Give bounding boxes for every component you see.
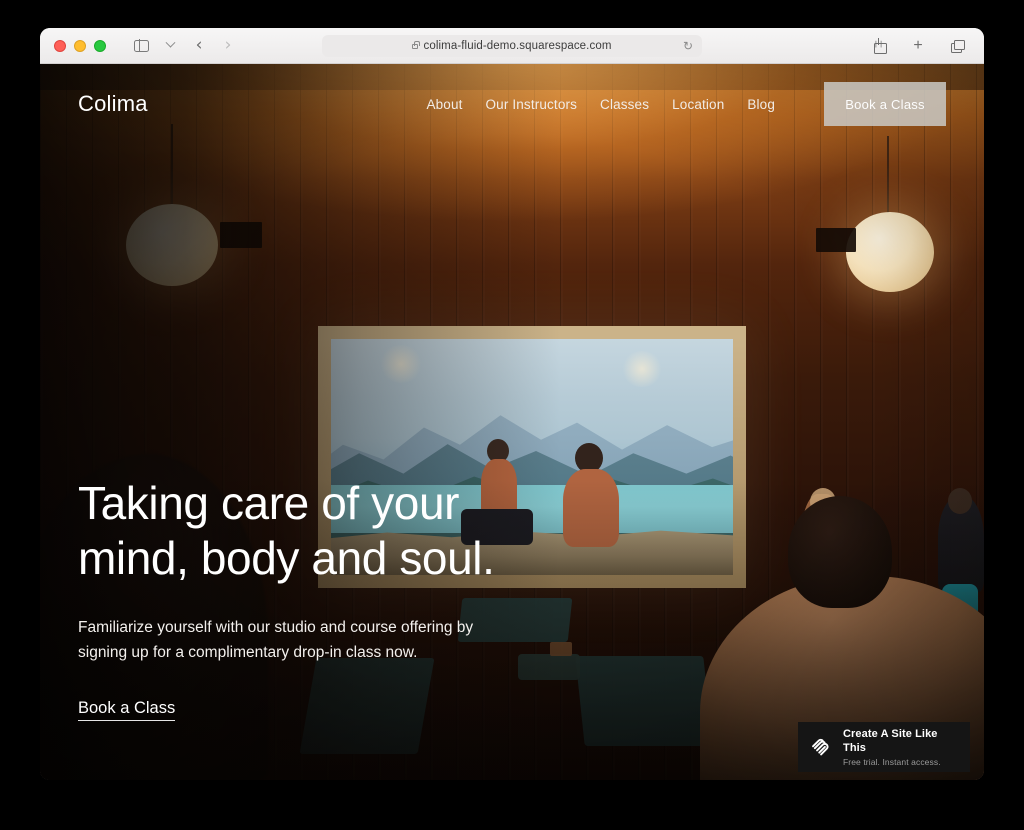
toolbar-navigation: ‹ › (128, 34, 241, 58)
hero-paragraph: Familiarize yourself with our studio and… (78, 618, 474, 661)
header-book-a-class-button[interactable]: Book a Class (824, 82, 946, 126)
back-button[interactable]: ‹ (186, 34, 212, 58)
maximize-window-button[interactable] (94, 39, 106, 52)
browser-toolbar: ‹ › colima-fluid-demo.squarespace.com ↻ … (40, 28, 984, 64)
web-page-viewport: Colima About Our Instructors Classes Loc… (40, 64, 984, 780)
main-navigation: About Our Instructors Classes Location B… (426, 82, 946, 126)
nav-item-classes[interactable]: Classes (600, 97, 649, 112)
squarespace-promo-badge[interactable]: Create A Site Like This Free trial. Inst… (798, 722, 970, 772)
share-icon (873, 38, 887, 54)
hero-heading-line-1: Taking care of your (78, 477, 460, 530)
browser-window: ‹ › colima-fluid-demo.squarespace.com ↻ … (40, 28, 984, 780)
hero-book-a-class-link[interactable]: Book a Class (78, 699, 176, 721)
toolbar-actions: + (866, 34, 970, 58)
plus-icon: + (913, 36, 923, 54)
nav-item-location[interactable]: Location (672, 97, 724, 112)
tab-overview-icon (951, 40, 965, 53)
badge-title: Create A Site Like This (843, 727, 938, 754)
sidebar-toggle-button[interactable] (128, 34, 154, 58)
back-arrow-icon: ‹ (195, 35, 203, 55)
share-button[interactable] (866, 34, 892, 58)
tab-group-dropdown-button[interactable] (157, 34, 183, 58)
forward-arrow-icon: › (224, 35, 232, 55)
badge-subtitle: Free trial. Instant access. (843, 757, 941, 768)
chevron-down-icon (165, 37, 175, 48)
hero-content: Taking care of your mind, body and soul.… (78, 476, 548, 721)
hero-heading-line-2: mind, body and soul. (78, 531, 495, 584)
forward-button[interactable]: › (215, 34, 241, 58)
badge-text-block: Create A Site Like This Free trial. Inst… (843, 727, 957, 768)
site-logo[interactable]: Colima (78, 91, 148, 117)
sidebar-icon (133, 39, 149, 52)
nav-item-blog[interactable]: Blog (747, 97, 775, 112)
nav-item-about[interactable]: About (426, 97, 462, 112)
squarespace-logo-icon (812, 738, 829, 756)
new-tab-button[interactable]: + (905, 34, 931, 58)
minimize-window-button[interactable] (74, 39, 86, 52)
close-window-button[interactable] (54, 39, 66, 52)
window-controls (54, 39, 106, 52)
tab-overview-button[interactable] (944, 34, 970, 58)
hero-heading: Taking care of your mind, body and soul. (78, 476, 548, 585)
site-header: Colima About Our Instructors Classes Loc… (40, 64, 984, 144)
nav-item-our-instructors[interactable]: Our Instructors (486, 97, 578, 112)
address-bar[interactable]: colima-fluid-demo.squarespace.com ↻ (322, 34, 702, 57)
url-text: colima-fluid-demo.squarespace.com (423, 39, 612, 52)
lock-icon (412, 40, 421, 49)
reload-icon[interactable]: ↻ (683, 39, 693, 53)
